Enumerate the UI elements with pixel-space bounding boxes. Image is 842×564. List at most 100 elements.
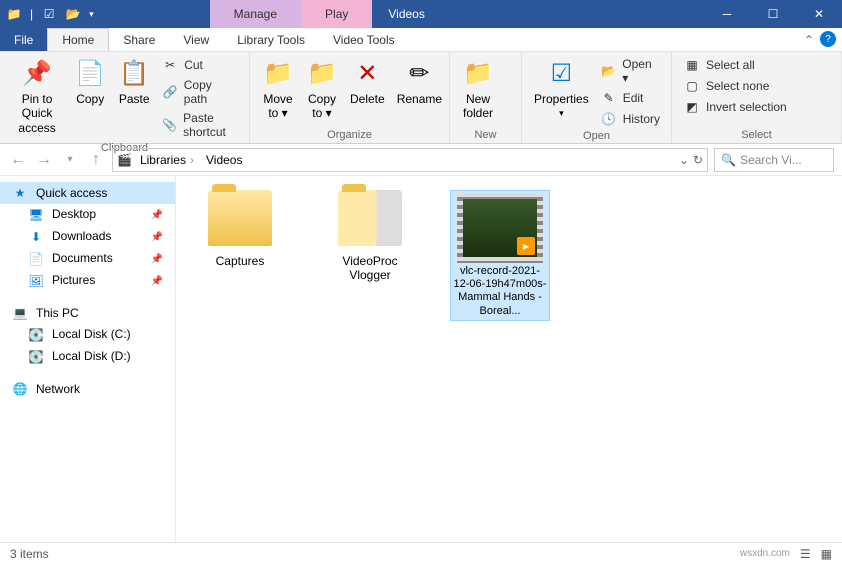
copy-icon: 📄	[74, 58, 106, 90]
copy-path-icon: 🔗	[162, 84, 178, 100]
pin-icon: 📌	[151, 276, 163, 287]
group-label-select: Select	[680, 127, 833, 141]
video-file[interactable]: ▶ vlc-record-2021-12-06-19h47m00s-Mammal…	[450, 190, 550, 321]
location-icon: 🎬	[117, 153, 132, 167]
sidebar-desktop[interactable]: 🖥Desktop📌	[0, 204, 175, 226]
qat-folder-icon[interactable]: 📂	[65, 6, 81, 22]
paste-shortcut-button[interactable]: 📎Paste shortcut	[158, 110, 241, 140]
pin-icon: 📌	[151, 232, 163, 243]
select-none-button[interactable]: ▢Select none	[680, 77, 791, 95]
crumb-libraries[interactable]: Libraries ›	[136, 153, 198, 167]
qat-dropdown-icon[interactable]: ▾	[89, 9, 94, 20]
rename-icon: ✏	[403, 58, 435, 90]
context-tab-manage[interactable]: Manage	[210, 0, 301, 28]
folder-videoproc[interactable]: VideoProc Vlogger	[320, 190, 420, 282]
sidebar-disk-c[interactable]: 💽Local Disk (C:)	[0, 324, 175, 346]
video-thumbnail: ▶	[457, 193, 543, 263]
open-icon: 📂	[601, 63, 617, 79]
recent-dropdown[interactable]: ▾	[60, 150, 80, 170]
select-all-icon: ▦	[684, 57, 700, 73]
edit-button[interactable]: ✎Edit	[597, 89, 664, 107]
qat-divider: |	[30, 7, 33, 21]
maximize-button[interactable]: ☐	[750, 0, 796, 28]
pin-quick-access-button[interactable]: 📌 Pin to Quick access	[8, 56, 66, 137]
sidebar-disk-d[interactable]: 💽Local Disk (D:)	[0, 346, 175, 368]
group-label-new: New	[458, 127, 513, 141]
move-to-button[interactable]: 📁Move to ▾	[258, 56, 298, 123]
history-button[interactable]: 🕓History	[597, 110, 664, 128]
paste-button[interactable]: 📋 Paste	[114, 56, 154, 108]
watermark: wsxdn.com	[740, 548, 790, 559]
view-icons-button[interactable]: ▦	[821, 547, 832, 561]
rename-button[interactable]: ✏Rename	[393, 56, 446, 108]
pictures-icon: 🖼	[28, 273, 44, 289]
file-list[interactable]: Captures VideoProc Vlogger ▶ vlc-record-…	[176, 176, 842, 542]
tab-video-tools[interactable]: Video Tools	[319, 28, 409, 51]
folder-captures[interactable]: Captures	[190, 190, 290, 268]
network-icon: 🌐	[12, 381, 28, 397]
help-button[interactable]: ?	[820, 31, 836, 47]
navigation-pane: ★Quick access 🖥Desktop📌 ⬇Downloads📌 📄Doc…	[0, 176, 176, 542]
qat-props-icon[interactable]: ☑	[41, 6, 57, 22]
context-tab-play[interactable]: Play	[301, 0, 372, 28]
tab-library-tools[interactable]: Library Tools	[223, 28, 319, 51]
sidebar-quick-access[interactable]: ★Quick access	[0, 182, 175, 204]
sidebar-downloads[interactable]: ⬇Downloads📌	[0, 226, 175, 248]
addr-dropdown-icon[interactable]: ⌄	[679, 153, 689, 167]
invert-selection-button[interactable]: ◩Invert selection	[680, 98, 791, 116]
address-bar[interactable]: 🎬 Libraries › Videos ⌄ ↻	[112, 148, 708, 172]
sidebar-network[interactable]: 🌐Network	[0, 378, 175, 400]
status-item-count: 3 items	[10, 547, 49, 561]
view-details-button[interactable]: ☰	[800, 547, 811, 561]
copy-path-button[interactable]: 🔗Copy path	[158, 77, 241, 107]
up-button[interactable]: ↑	[86, 150, 106, 170]
desktop-icon: 🖥	[28, 207, 44, 223]
folder-icon	[338, 190, 402, 246]
new-folder-icon: 📁	[462, 58, 494, 90]
minimize-button[interactable]: ─	[704, 0, 750, 28]
paste-icon: 📋	[118, 58, 150, 90]
pin-icon: 📌	[151, 254, 163, 265]
pin-icon: 📌	[151, 210, 163, 221]
cut-icon: ✂	[162, 57, 178, 73]
open-button[interactable]: 📂Open ▾	[597, 56, 664, 86]
search-icon: 🔍	[721, 153, 736, 167]
tab-home[interactable]: Home	[47, 28, 109, 51]
copy-button[interactable]: 📄 Copy	[70, 56, 110, 108]
close-button[interactable]: ✕	[796, 0, 842, 28]
properties-icon: ☑	[545, 58, 577, 90]
sidebar-documents[interactable]: 📄Documents📌	[0, 248, 175, 270]
new-folder-button[interactable]: 📁New folder	[458, 56, 498, 123]
search-input[interactable]: 🔍 Search Vi...	[714, 148, 834, 172]
refresh-button[interactable]: ↻	[693, 153, 703, 167]
copy-to-icon: 📁	[306, 58, 338, 90]
shortcut-icon: 📎	[162, 117, 177, 133]
cut-button[interactable]: ✂Cut	[158, 56, 241, 74]
disk-icon: 💽	[28, 327, 44, 343]
invert-icon: ◩	[684, 99, 700, 115]
sidebar-this-pc[interactable]: 💻This PC	[0, 302, 175, 324]
sidebar-pictures[interactable]: 🖼Pictures📌	[0, 270, 175, 292]
delete-button[interactable]: ✕Delete	[346, 56, 389, 108]
app-icon: 📁	[6, 6, 22, 22]
folder-icon	[208, 190, 272, 246]
tab-view[interactable]: View	[169, 28, 223, 51]
disk-icon: 💽	[28, 349, 44, 365]
collapse-ribbon-icon[interactable]: ⌃	[804, 33, 814, 47]
select-all-button[interactable]: ▦Select all	[680, 56, 791, 74]
back-button[interactable]: ←	[8, 150, 28, 170]
tab-share[interactable]: Share	[109, 28, 169, 51]
forward-button[interactable]: →	[34, 150, 54, 170]
star-icon: ★	[12, 185, 28, 201]
properties-button[interactable]: ☑Properties▾	[530, 56, 593, 121]
tab-file[interactable]: File	[0, 28, 47, 51]
documents-icon: 📄	[28, 251, 44, 267]
edit-icon: ✎	[601, 90, 617, 106]
pin-icon: 📌	[21, 58, 53, 90]
pc-icon: 💻	[12, 305, 28, 321]
window-title: Videos	[372, 7, 704, 21]
copy-to-button[interactable]: 📁Copy to ▾	[302, 56, 342, 123]
crumb-videos[interactable]: Videos	[202, 153, 246, 167]
move-icon: 📁	[262, 58, 294, 90]
history-icon: 🕓	[601, 111, 617, 127]
